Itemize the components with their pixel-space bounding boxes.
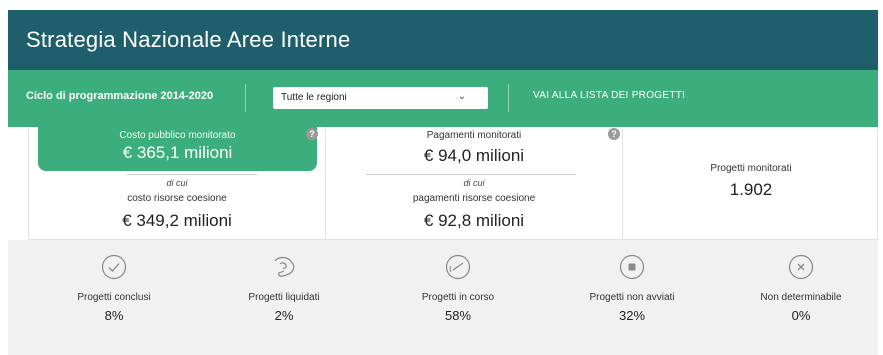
stats-panel: Costo pubblico monitorato € 365,1 milion… xyxy=(28,127,878,240)
costo-highlight: Costo pubblico monitorato € 365,1 milion… xyxy=(38,127,317,171)
programming-cycle-selector[interactable]: Ciclo di programmazione 2014-2020 xyxy=(26,90,213,102)
check-circle-icon xyxy=(101,254,127,280)
of-which-label: di cui xyxy=(166,178,188,188)
help-icon[interactable]: ? xyxy=(306,128,318,140)
of-which-label: di cui xyxy=(463,178,485,188)
costo-value: € 365,1 milioni xyxy=(122,143,233,162)
divider xyxy=(366,174,576,175)
pagamenti-coesione-label: pagamenti risorse coesione xyxy=(412,193,536,204)
chevron-down-icon: ⌄ xyxy=(457,91,466,102)
status-value: 0% xyxy=(791,308,811,323)
costo-label: Costo pubblico monitorato xyxy=(119,130,236,141)
pagamenti-column: Pagamenti monitorati € 94,0 milioni ? di… xyxy=(326,127,623,240)
projects-list-link[interactable]: VAI ALLA LISTA DEI PROGETTI xyxy=(533,90,685,101)
status-value: 8% xyxy=(104,308,124,323)
costo-coesione-value: € 349,2 milioni xyxy=(122,211,232,230)
filter-separator xyxy=(245,84,246,112)
status-label: Progetti non avviati xyxy=(589,292,675,303)
help-icon[interactable]: ? xyxy=(608,128,620,140)
hand-money-icon xyxy=(274,256,295,277)
divider xyxy=(127,174,257,175)
project-status-panel: Progetti conclusi 8% Progetti liquidati … xyxy=(8,240,878,355)
status-value: 58% xyxy=(444,308,472,323)
status-label: Progetti in corso xyxy=(421,292,495,303)
progetti-value: 1.902 xyxy=(729,180,773,199)
x-circle-icon xyxy=(788,254,814,280)
progetti-column: Progetti monitorati 1.902 xyxy=(623,127,879,240)
status-label: Progetti liquidati xyxy=(248,292,320,303)
app-header: Strategia Nazionale Aree Interne xyxy=(8,10,878,70)
pagamenti-coesione-value: € 92,8 milioni xyxy=(423,211,525,230)
gauge-icon xyxy=(445,254,471,280)
pagamenti-label: Pagamenti monitorati xyxy=(426,130,522,141)
costo-coesione-label: costo risorse coesione xyxy=(127,193,227,204)
status-label: Non determinabile xyxy=(760,292,842,303)
filter-bar: Ciclo di programmazione 2014-2020 Tutte … xyxy=(8,70,878,127)
status-label: Progetti conclusi xyxy=(77,292,151,303)
region-select[interactable]: Tutte le regioni ⌄ xyxy=(273,87,488,109)
filter-separator xyxy=(508,84,509,112)
stop-circle-icon xyxy=(619,254,645,280)
status-value: 2% xyxy=(274,308,294,323)
status-value: 32% xyxy=(618,308,646,323)
page-title: Strategia Nazionale Aree Interne xyxy=(26,27,351,52)
pagamenti-value: € 94,0 milioni xyxy=(423,146,525,165)
progetti-label: Progetti monitorati xyxy=(710,163,792,174)
region-select-value: Tutte le regioni xyxy=(281,92,347,103)
costo-column: Costo pubblico monitorato € 365,1 milion… xyxy=(29,127,326,240)
